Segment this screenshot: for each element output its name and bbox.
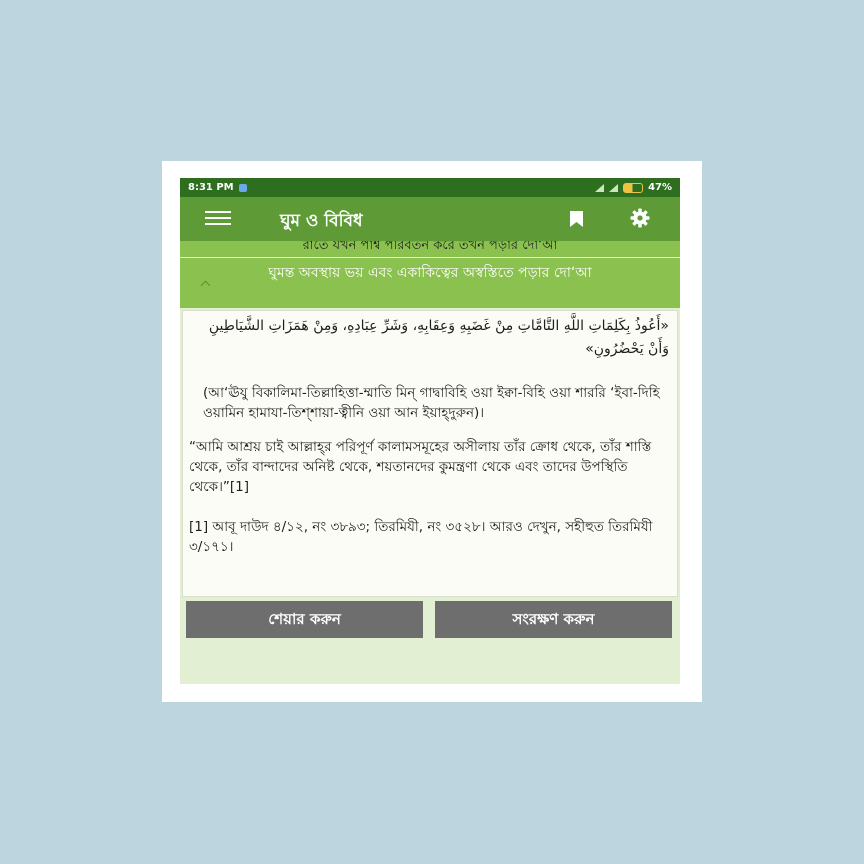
- transliteration-text: (আ‘ঊযু বিকালিমা-তিল্লাহিত্তা-ম্মাতি মিন্…: [203, 385, 660, 421]
- bookmark-icon[interactable]: [570, 211, 583, 227]
- battery-level: 47%: [648, 182, 672, 193]
- battery-icon: [623, 182, 644, 193]
- meaning-text: “আমি আশ্রয় চাই আল্লাহ্‌র পরিপূর্ণ কালাম…: [189, 439, 652, 495]
- footnote-text: [1] আবূ দাউদ ৪/১২, নং ৩৮৯৩; তিরমিযী, নং …: [189, 519, 653, 555]
- wifi-icon: [595, 183, 605, 192]
- status-bar: 8:31 PM 47%: [180, 178, 680, 197]
- notification-icon: [238, 183, 247, 192]
- page-title: ঘুম ও বিবিধ: [280, 211, 363, 231]
- status-left: 8:31 PM: [188, 182, 247, 193]
- app-toolbar: ঘুম ও বিবিধ: [180, 197, 680, 241]
- status-time: 8:31 PM: [188, 182, 234, 193]
- save-button[interactable]: সংরক্ষণ করুন: [435, 601, 672, 638]
- list-item-previous[interactable]: রাতে যখন পার্শ্ব পরিবর্তন করে তখন পড়ার …: [180, 241, 680, 257]
- signal-icon: [609, 183, 619, 192]
- share-button[interactable]: শেয়ার করুন: [186, 601, 423, 638]
- screenshot-frame: 8:31 PM 47% ঘুম ও বিবিধ রাতে যখন পার্শ্ব…: [162, 161, 702, 702]
- status-right: 47%: [595, 182, 672, 193]
- dua-content: «أَعُوذُ بِكَلِمَاتِ اللَّهِ التَّامَّات…: [182, 310, 678, 597]
- phone-screen: 8:31 PM 47% ঘুম ও বিবিধ রাতে যখন পার্শ্ব…: [180, 178, 680, 684]
- bottom-area: [180, 643, 680, 684]
- section-title: ঘুমন্ত অবস্থায় ভয় এবং একাকিত্বের অস্বস…: [268, 265, 592, 281]
- arabic-text: «أَعُوذُ بِكَلِمَاتِ اللَّهِ التَّامَّات…: [208, 318, 669, 357]
- chevron-up-icon: [200, 280, 211, 291]
- gear-icon[interactable]: [630, 208, 650, 228]
- list-item-current[interactable]: ঘুমন্ত অবস্থায় ভয় এবং একাকিত্বের অস্বস…: [180, 258, 680, 308]
- list-item-previous-label: রাতে যখন পার্শ্ব পরিবর্তন করে তখন পড়ার …: [302, 241, 558, 253]
- hamburger-menu-icon[interactable]: [205, 211, 231, 227]
